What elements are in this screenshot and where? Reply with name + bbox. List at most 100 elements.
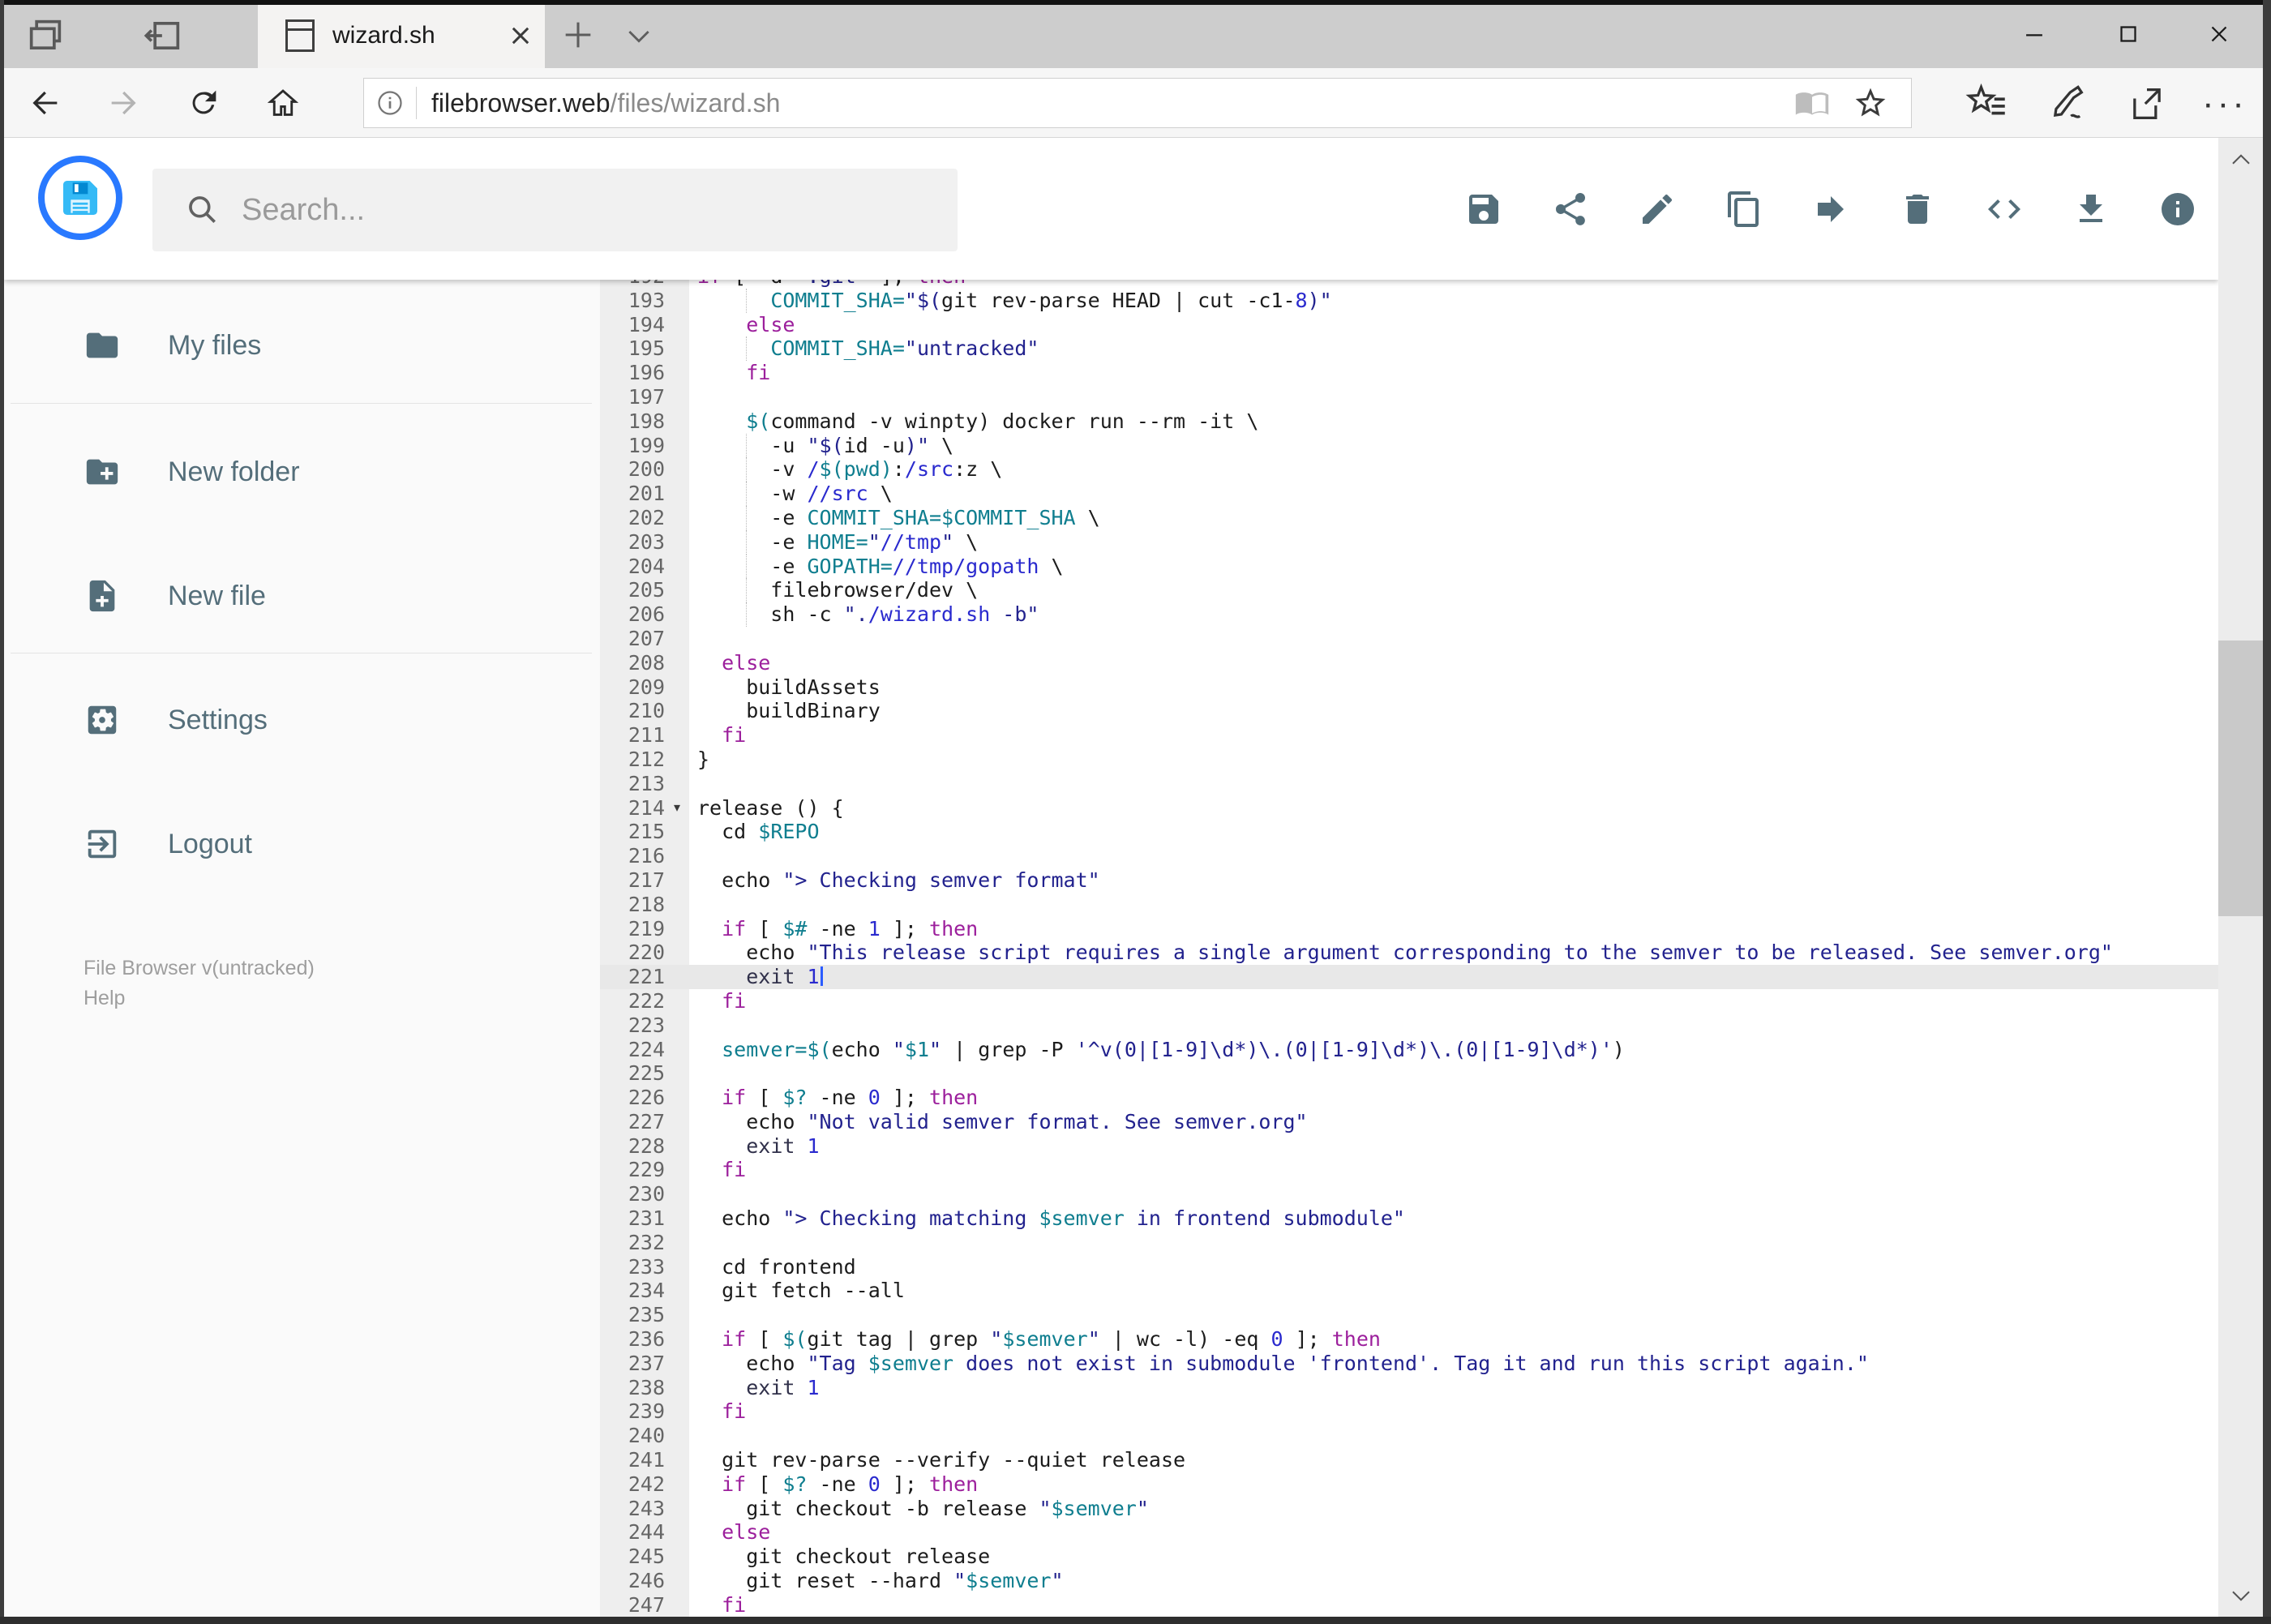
line-gutter[interactable]: 202 (600, 506, 689, 530)
code-line[interactable]: 241 git rev-parse --verify --quiet relea… (600, 1448, 2218, 1472)
code-line[interactable]: 246 git reset --hard "$semver" (600, 1569, 2218, 1593)
code-line[interactable]: 216 (600, 844, 2218, 868)
line-gutter[interactable]: 200 (600, 457, 689, 482)
line-gutter[interactable]: 196 (600, 361, 689, 385)
tab-list-chevron-icon[interactable] (623, 21, 655, 50)
line-gutter[interactable]: 197 (600, 385, 689, 409)
code-line[interactable]: 212} (600, 748, 2218, 772)
code-line[interactable]: 198 $(command -v winpty) docker run --rm… (600, 409, 2218, 434)
line-gutter[interactable]: 195 (600, 336, 689, 361)
code-line[interactable]: 219 if [ $# -ne 1 ]; then (600, 917, 2218, 941)
code-line[interactable]: 203 -e HOME="//tmp" \ (600, 529, 2218, 555)
download-button[interactable] (2072, 190, 2110, 229)
sidebar-item-logout[interactable]: Logout (4, 821, 600, 867)
line-gutter[interactable]: 204 (600, 555, 689, 579)
line-gutter[interactable]: 230 (600, 1182, 689, 1206)
code-line[interactable]: 236 if [ $(git tag | grep "$semver" | wc… (600, 1327, 2218, 1352)
line-gutter[interactable]: 198 (600, 409, 689, 434)
copy-button[interactable] (1725, 190, 1763, 229)
line-gutter[interactable]: 245 (600, 1545, 689, 1569)
close-tab-icon[interactable] (503, 18, 538, 54)
line-gutter[interactable]: 217 (600, 868, 689, 893)
close-icon[interactable] (2196, 11, 2243, 57)
line-gutter[interactable]: 206 (600, 602, 689, 627)
code-line[interactable]: 201 -w //src \ (600, 482, 2218, 506)
line-gutter[interactable]: 222 (600, 989, 689, 1013)
code-line[interactable]: 228 exit 1 (600, 1134, 2218, 1159)
code-line[interactable]: 215 cd $REPO (600, 820, 2218, 844)
page-scrollbar[interactable] (2218, 138, 2263, 1617)
refresh-icon[interactable] (185, 84, 222, 122)
tab-wizard-sh[interactable]: wizard.sh (258, 3, 545, 68)
code-line[interactable]: 243 git checkout -b release "$semver" (600, 1497, 2218, 1521)
code-line[interactable]: 230 (600, 1182, 2218, 1206)
code-line[interactable]: 227 echo "Not valid semver format. See s… (600, 1110, 2218, 1134)
more-icon[interactable]: ··· (2202, 83, 2244, 125)
rename-button[interactable] (1638, 190, 1677, 229)
code-line[interactable]: 221 exit 1 (600, 965, 2218, 989)
line-gutter[interactable]: 216 (600, 844, 689, 868)
back-icon[interactable] (26, 84, 63, 122)
code-line[interactable]: 200 -v /$(pwd):/src:z \ (600, 457, 2218, 482)
line-gutter[interactable]: 238 (600, 1376, 689, 1400)
favorite-star-icon[interactable] (1853, 85, 1888, 121)
sidebar-item-new-file[interactable]: New file (4, 573, 600, 619)
line-gutter[interactable]: 212 (600, 748, 689, 772)
annotate-icon[interactable] (2046, 83, 2089, 125)
line-gutter[interactable]: 239 (600, 1399, 689, 1424)
code-line[interactable]: 232 (600, 1231, 2218, 1255)
move-button[interactable] (1811, 190, 1850, 229)
code-line[interactable]: 239 fi (600, 1399, 2218, 1424)
code-line[interactable]: 208 else (600, 651, 2218, 675)
scroll-down-icon[interactable] (2218, 1572, 2263, 1617)
code-line[interactable]: 223 (600, 1013, 2218, 1038)
line-gutter[interactable]: 207 (600, 627, 689, 651)
line-gutter[interactable]: 209 (600, 675, 689, 700)
line-gutter[interactable]: 242 (600, 1472, 689, 1497)
line-gutter[interactable]: 228 (600, 1134, 689, 1159)
code-line[interactable]: 213 (600, 772, 2218, 796)
line-gutter[interactable]: 220 (600, 941, 689, 965)
code-line[interactable]: 217 echo "> Checking semver format" (600, 868, 2218, 893)
code-line[interactable]: 194 else (600, 313, 2218, 337)
sidebar-item-new-folder[interactable]: New folder (4, 449, 600, 495)
line-gutter[interactable]: 232 (600, 1231, 689, 1255)
delete-button[interactable] (1898, 190, 1937, 229)
line-gutter[interactable]: 241 (600, 1448, 689, 1472)
share-icon[interactable] (2126, 83, 2168, 125)
line-gutter[interactable]: 237 (600, 1352, 689, 1376)
code-line[interactable]: 210 buildBinary (600, 699, 2218, 723)
code-line[interactable]: 245 git checkout release (600, 1545, 2218, 1569)
line-gutter[interactable]: 203 (600, 530, 689, 555)
sidebar-item-settings[interactable]: Settings (4, 697, 600, 743)
code-line[interactable]: 235 (600, 1303, 2218, 1327)
search-box[interactable] (152, 169, 958, 251)
line-gutter[interactable]: 236 (600, 1327, 689, 1352)
code-line[interactable]: 231 echo "> Checking matching $semver in… (600, 1206, 2218, 1231)
code-line[interactable]: 225 (600, 1061, 2218, 1086)
new-tab-icon[interactable] (559, 16, 597, 54)
code-line[interactable]: 220 echo "This release script requires a… (600, 941, 2218, 965)
line-gutter[interactable]: 229 (600, 1158, 689, 1182)
code-line[interactable]: 226 if [ $? -ne 0 ]; then (600, 1086, 2218, 1110)
line-gutter[interactable]: 243 (600, 1497, 689, 1521)
code-line[interactable]: 199 -u "$(id -u)" \ (600, 433, 2218, 458)
filebrowser-logo[interactable] (38, 156, 122, 240)
line-gutter[interactable]: 213 (600, 772, 689, 796)
line-gutter[interactable]: 219 (600, 917, 689, 941)
line-gutter[interactable]: 215 (600, 820, 689, 844)
line-gutter[interactable]: 227 (600, 1110, 689, 1134)
code-editor[interactable]: 192if [ -d ".git" ]; then193 COMMIT_SHA=… (600, 280, 2218, 1617)
line-gutter[interactable]: 218 (600, 893, 689, 917)
code-line[interactable]: 214 ▾ release () { (600, 796, 2218, 821)
line-gutter[interactable]: 223 (600, 1013, 689, 1038)
home-icon[interactable] (264, 84, 302, 122)
code-line[interactable]: 229 fi (600, 1158, 2218, 1182)
code-line[interactable]: 218 (600, 893, 2218, 917)
code-line[interactable]: 207 (600, 627, 2218, 651)
fold-arrow-icon[interactable]: ▾ (665, 796, 689, 821)
search-input[interactable] (240, 191, 958, 229)
line-gutter[interactable]: 233 (600, 1255, 689, 1279)
line-gutter[interactable]: 231 (600, 1206, 689, 1231)
code-line[interactable]: 247 fi (600, 1593, 2218, 1617)
